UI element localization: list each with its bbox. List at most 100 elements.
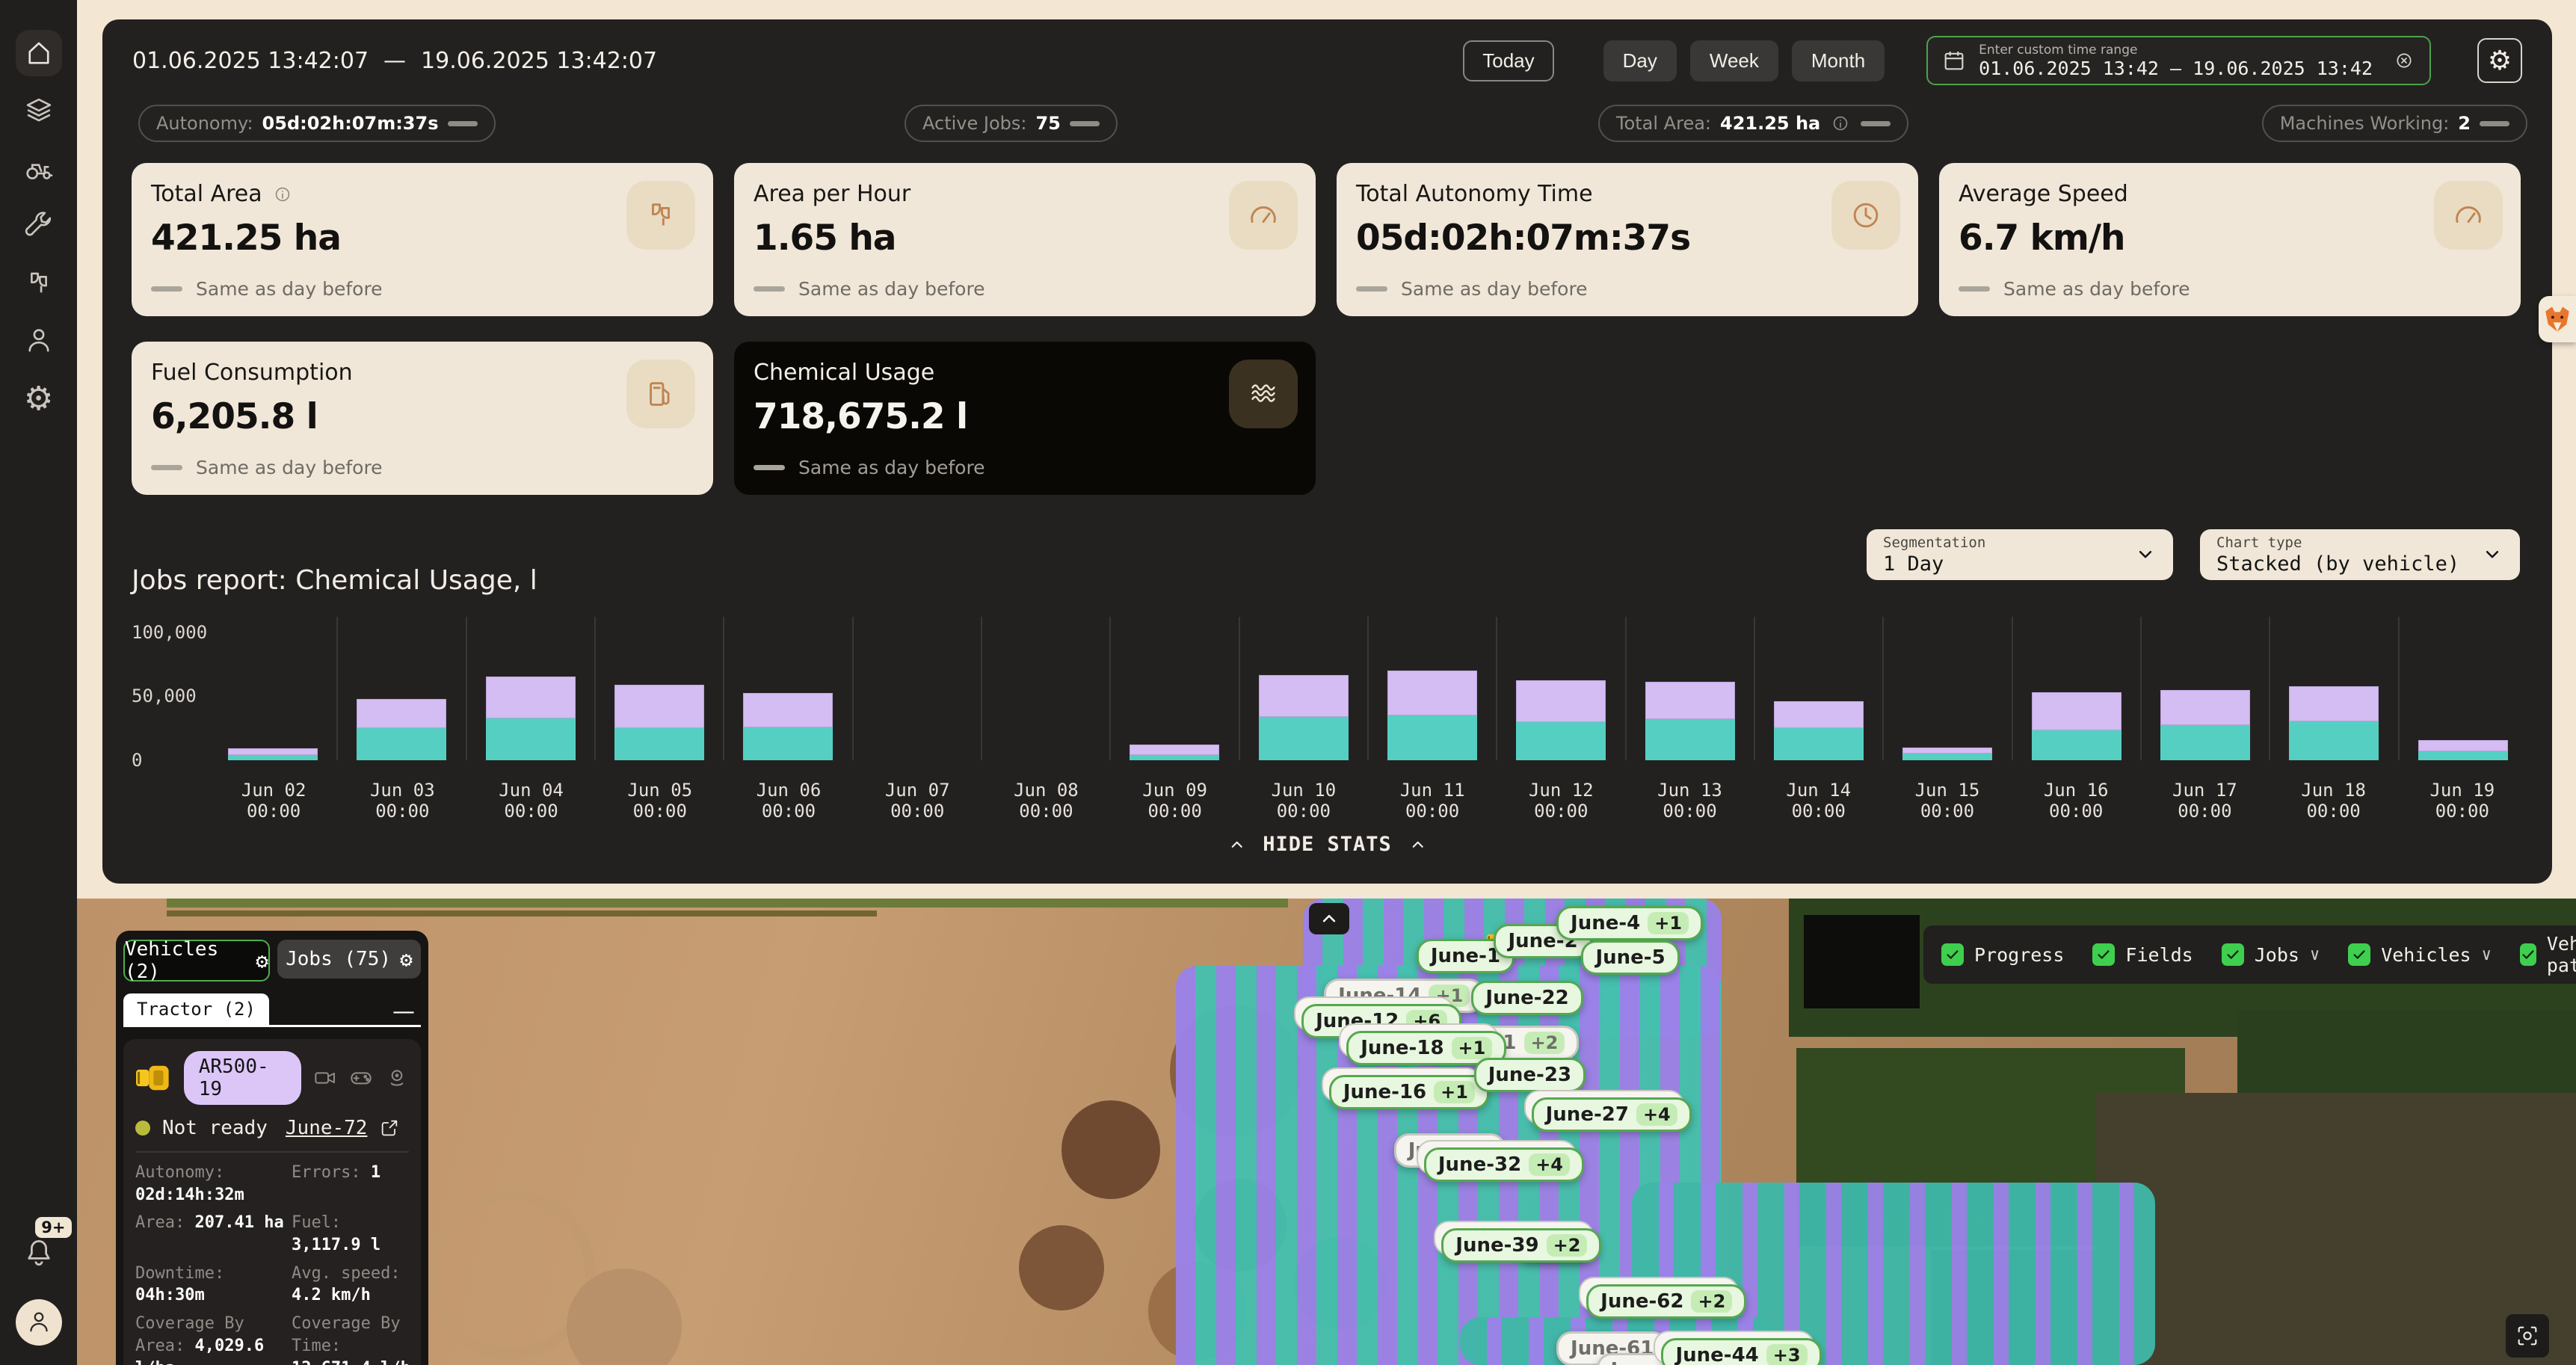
checkbox-checked-icon[interactable] xyxy=(2348,943,2370,966)
job-label-pill[interactable]: June-39+2 xyxy=(1441,1228,1601,1263)
bar-segment-teal[interactable] xyxy=(1774,728,1864,760)
chart-day-slot[interactable] xyxy=(2269,617,2397,760)
job-label-pill[interactable]: June-32+4 xyxy=(1424,1147,1584,1182)
chart-day-slot[interactable] xyxy=(981,617,1109,760)
bar-segment-teal[interactable] xyxy=(357,728,446,760)
layer-toggle-vehicles[interactable]: Vehicles∨ xyxy=(2348,943,2492,966)
bar-segment-lavender[interactable] xyxy=(1774,701,1864,728)
chart-day-slot[interactable] xyxy=(1882,617,2011,760)
chart-day-slot[interactable] xyxy=(723,617,851,760)
chart-day-slot[interactable] xyxy=(1367,617,1496,760)
bar-segment-lavender[interactable] xyxy=(2418,740,2508,751)
chart-day-slot[interactable] xyxy=(1496,617,1624,760)
chart-day-slot[interactable] xyxy=(1109,617,1238,760)
map-screenshot-button[interactable] xyxy=(2506,1314,2549,1358)
job-label-pill[interactable]: June-62+2 xyxy=(1586,1284,1746,1319)
dashboard-settings-button[interactable]: ⚙ xyxy=(2477,38,2522,83)
chart-day-slot[interactable] xyxy=(1239,617,1367,760)
autonomy-chip[interactable]: Autonomy: 05d:02h:07m:37s xyxy=(138,105,496,142)
week-button[interactable]: Week xyxy=(1690,40,1778,81)
bar-segment-lavender[interactable] xyxy=(1902,748,1992,754)
bar-segment-teal[interactable] xyxy=(1130,755,1219,760)
camera-icon[interactable] xyxy=(313,1066,337,1090)
clear-range-icon[interactable] xyxy=(2392,49,2416,73)
bar-segment-lavender[interactable] xyxy=(1387,671,1477,715)
chart-day-slot[interactable] xyxy=(2398,617,2527,760)
map-collapse-button[interactable] xyxy=(1309,903,1349,934)
minimize-group-button[interactable]: — xyxy=(386,999,421,1025)
bar-segment-lavender[interactable] xyxy=(2160,690,2250,725)
chart-day-slot[interactable] xyxy=(1754,617,1882,760)
bar-segment-teal[interactable] xyxy=(2289,721,2379,760)
assistant-fox-button[interactable] xyxy=(2539,296,2576,342)
bar-segment-teal[interactable] xyxy=(1259,717,1349,760)
tab-vehicles[interactable]: Vehicles (2) ⚙ xyxy=(123,940,270,982)
chart-day-slot[interactable] xyxy=(1625,617,1754,760)
sidebar-item-fields[interactable] xyxy=(16,87,62,134)
external-link-icon[interactable] xyxy=(379,1118,400,1138)
bar-segment-lavender[interactable] xyxy=(357,699,446,728)
segmentation-select[interactable]: Segmentation 1 Day xyxy=(1867,529,2173,580)
chart-day-slot[interactable] xyxy=(594,617,723,760)
sidebar-item-home[interactable] xyxy=(16,30,62,76)
checkbox-checked-icon[interactable] xyxy=(2520,943,2536,966)
bar-segment-lavender[interactable] xyxy=(614,685,704,728)
bar-segment-teal[interactable] xyxy=(1902,754,1992,760)
active-jobs-chip[interactable]: Active Jobs: 75 xyxy=(905,105,1118,142)
sidebar-item-vehicles[interactable] xyxy=(16,145,62,191)
bar-segment-lavender[interactable] xyxy=(228,748,318,755)
bar-segment-lavender[interactable] xyxy=(1130,745,1219,755)
checkbox-checked-icon[interactable] xyxy=(1941,943,1964,966)
chart-day-slot[interactable] xyxy=(2140,617,2269,760)
total-area-chip[interactable]: Total Area: 421.25 ha xyxy=(1598,105,1908,142)
job-label-pill[interactable]: June-16+1 xyxy=(1329,1075,1489,1109)
chart-day-slot[interactable] xyxy=(336,617,465,760)
job-label-pill[interactable]: June-23 xyxy=(1474,1058,1586,1092)
tab-jobs[interactable]: Jobs (75) ⚙ xyxy=(277,940,421,979)
bar-segment-lavender[interactable] xyxy=(743,693,833,727)
layer-toggle-progress[interactable]: Progress xyxy=(1941,943,2064,966)
custom-range-input[interactable]: Enter custom time range 01.06.2025 13:42… xyxy=(1926,36,2431,85)
sidebar-item-maintenance[interactable] xyxy=(16,203,62,249)
chart-day-slot[interactable] xyxy=(2012,617,2140,760)
vehicle-card[interactable]: AR500-19 Not ready June-72 Autonomy: 02d… xyxy=(123,1039,421,1365)
notifications-button[interactable]: 9+ xyxy=(22,1236,55,1269)
machines-working-chip[interactable]: Machines Working: 2 xyxy=(2262,105,2527,142)
sidebar-item-users[interactable] xyxy=(16,318,62,364)
chevron-down-icon[interactable]: ∨ xyxy=(2310,946,2320,964)
layer-toggle-jobs[interactable]: Jobs∨ xyxy=(2222,943,2320,966)
bar-segment-lavender[interactable] xyxy=(1259,675,1349,717)
job-label-pill[interactable]: June-22 xyxy=(1471,981,1583,1015)
job-link[interactable]: June-72 xyxy=(286,1117,368,1139)
hide-stats-button[interactable]: HIDE STATS xyxy=(1227,833,1428,856)
bar-segment-teal[interactable] xyxy=(2418,751,2508,760)
chart-day-slot[interactable] xyxy=(209,617,336,760)
bar-segment-lavender[interactable] xyxy=(2289,686,2379,721)
checkbox-checked-icon[interactable] xyxy=(2092,943,2115,966)
bar-segment-teal[interactable] xyxy=(2160,725,2250,760)
bar-segment-teal[interactable] xyxy=(743,727,833,760)
day-button[interactable]: Day xyxy=(1603,40,1677,81)
job-label-pill[interactable]: June-5 xyxy=(1581,940,1679,975)
bar-segment-lavender[interactable] xyxy=(1645,682,1735,719)
gear-icon[interactable]: ⚙ xyxy=(400,947,413,972)
job-label-pill[interactable]: June-4+1 xyxy=(1556,906,1703,940)
bar-segment-teal[interactable] xyxy=(614,728,704,760)
today-button[interactable]: Today xyxy=(1463,40,1553,81)
job-label-pill[interactable]: June-27+4 xyxy=(1532,1097,1692,1132)
chart-day-slot[interactable] xyxy=(466,617,594,760)
bar-segment-teal[interactable] xyxy=(228,755,318,760)
month-button[interactable]: Month xyxy=(1792,40,1885,81)
layer-toggle-fields[interactable]: Fields xyxy=(2092,943,2193,966)
sidebar-item-crops[interactable] xyxy=(16,260,62,306)
user-avatar[interactable] xyxy=(16,1299,62,1346)
gamepad-icon[interactable] xyxy=(349,1066,373,1090)
gear-icon[interactable]: ⚙ xyxy=(256,949,268,973)
chart-day-slot[interactable] xyxy=(852,617,981,760)
layer-toggle-vehicle-path[interactable]: Vehicle path∨ xyxy=(2520,933,2576,976)
bar-segment-teal[interactable] xyxy=(486,718,576,760)
chevron-down-icon[interactable]: ∨ xyxy=(2482,946,2492,964)
tractor-group-tab[interactable]: Tractor (2) xyxy=(123,993,269,1025)
job-label-pill[interactable]: June-44+3 xyxy=(1661,1338,1821,1365)
sidebar-item-settings[interactable]: ⚙ xyxy=(16,375,62,422)
